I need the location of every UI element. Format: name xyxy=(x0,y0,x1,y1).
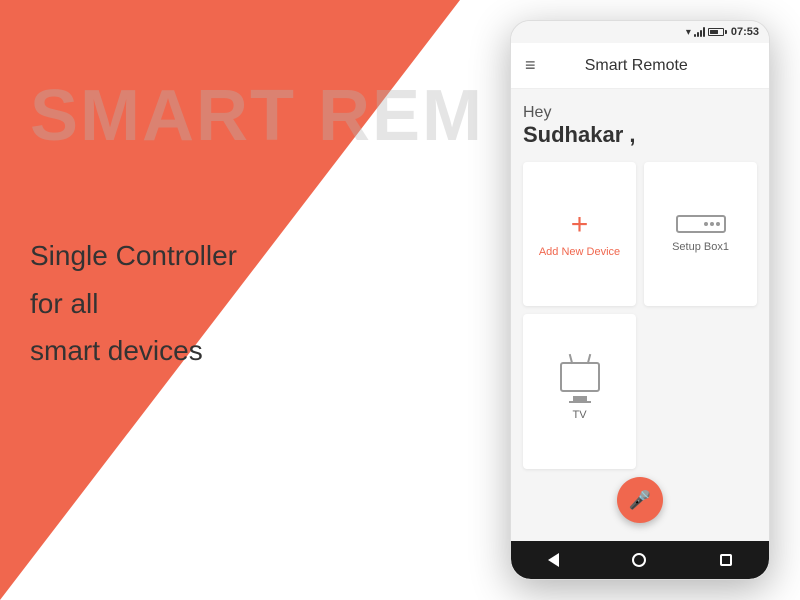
tv-screen-icon xyxy=(560,362,600,392)
nav-bar xyxy=(511,541,769,579)
tv-base xyxy=(569,401,591,403)
nav-back-button[interactable] xyxy=(548,553,559,567)
home-icon xyxy=(632,553,646,567)
battery-icon xyxy=(708,28,724,36)
content-area: Hey Sudhakar , + Add New Device Setup Bo… xyxy=(511,89,769,541)
tagline-line-1: Single Controller xyxy=(30,232,360,280)
setup-box-card[interactable]: Setup Box1 xyxy=(644,162,757,306)
dot2 xyxy=(710,222,714,226)
nav-home-button[interactable] xyxy=(632,553,646,567)
tagline-line-3: smart devices xyxy=(30,327,360,375)
greeting-hey: Hey xyxy=(523,103,757,122)
device-grid: + Add New Device Setup Box1 xyxy=(523,162,757,469)
tv-card[interactable]: TV xyxy=(523,314,636,469)
recent-icon xyxy=(720,554,732,566)
phone-mockup: ▾ 07:53 ≡ Smart Remote Hey Sudhakar , xyxy=(510,20,770,580)
battery-fill xyxy=(710,30,718,34)
menu-icon[interactable]: ≡ xyxy=(525,55,536,76)
nav-recent-button[interactable] xyxy=(720,554,732,566)
left-panel: SMART REM Single Controller for all smar… xyxy=(0,0,390,600)
tv-label: TV xyxy=(572,409,586,421)
signal-icon xyxy=(694,27,705,37)
greeting-name: Sudhakar , xyxy=(523,122,757,148)
wifi-icon: ▾ xyxy=(686,27,691,38)
add-new-device-card[interactable]: + Add New Device xyxy=(523,162,636,306)
tv-icon-container xyxy=(560,362,600,403)
phone-screen: ▾ 07:53 ≡ Smart Remote Hey Sudhakar , xyxy=(510,20,770,580)
setup-box-icon xyxy=(676,215,726,233)
app-title: Smart Remote xyxy=(548,57,725,75)
tagline: Single Controller for all smart devices xyxy=(30,232,360,375)
tagline-line-2: for all xyxy=(30,280,360,328)
fab-container: 🎤 xyxy=(523,469,757,527)
dot1 xyxy=(704,222,708,226)
tv-stand xyxy=(573,396,587,401)
status-icons: ▾ 07:53 xyxy=(686,26,759,38)
add-icon: + xyxy=(571,210,589,240)
dot3 xyxy=(716,222,720,226)
mic-fab-button[interactable]: 🎤 xyxy=(617,477,663,523)
mic-icon: 🎤 xyxy=(629,490,651,511)
app-bar: ≡ Smart Remote xyxy=(511,43,769,89)
setup-box-label: Setup Box1 xyxy=(672,241,729,253)
background-title-text: SMART REM xyxy=(30,80,360,152)
tv-antenna-right xyxy=(586,354,591,364)
back-icon xyxy=(548,553,559,567)
add-new-device-label: Add New Device xyxy=(539,246,620,258)
status-time: 07:53 xyxy=(731,26,759,38)
tv-antenna-left xyxy=(568,354,573,364)
status-bar: ▾ 07:53 xyxy=(511,21,769,43)
